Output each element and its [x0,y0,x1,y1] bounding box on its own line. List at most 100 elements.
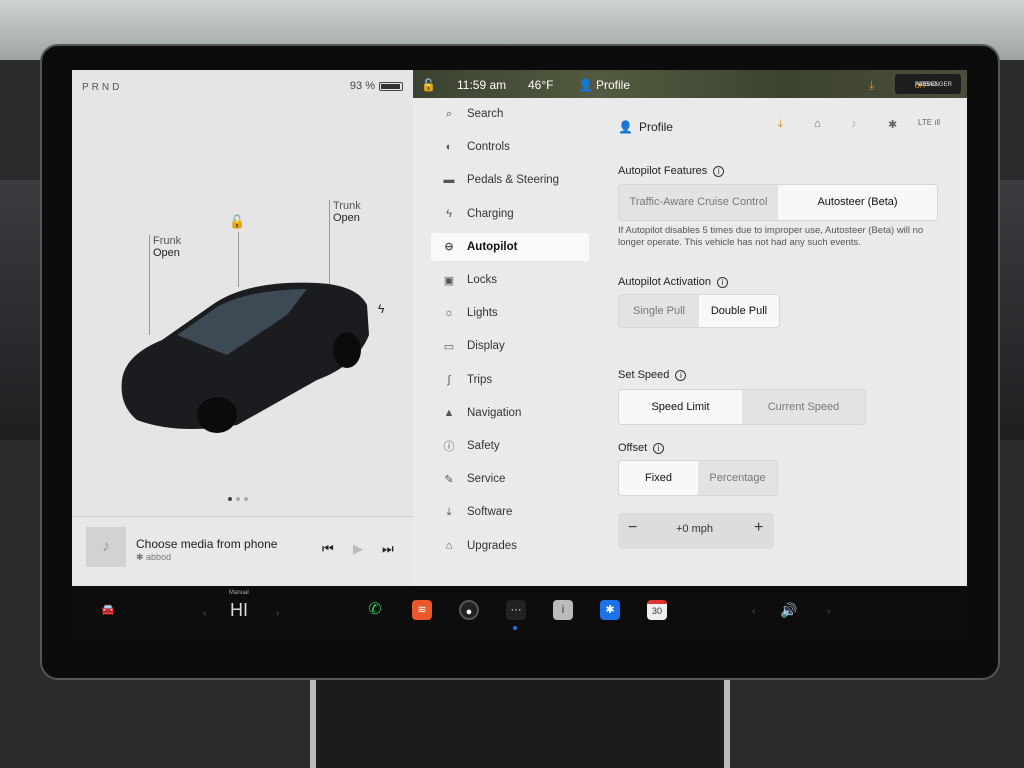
menu-item-label: Trips [467,373,493,386]
menu-item-pedals-steering[interactable]: ▬ Pedals & Steering [431,166,589,194]
charge-port-icon[interactable]: ϟ [378,302,384,316]
info-icon[interactable]: i [675,369,687,381]
gear-indicator: PRND [82,82,123,93]
menu-item-label: Charging [467,207,514,220]
display-icon: ▭ [443,340,455,353]
page-dot[interactable] [244,497,248,501]
unlock-icon[interactable]: 🔓 [229,214,245,230]
decrease-button[interactable]: − [628,519,637,537]
temp-down-button[interactable]: ‹ [203,608,206,619]
car-icon[interactable]: 🚘 [98,600,118,620]
volume-down-button[interactable]: ‹ [752,606,755,617]
info-icon[interactable]: i [716,276,728,288]
menu-item-display[interactable]: ▭ Display [431,332,589,360]
calendar-icon[interactable]: 30 [647,600,667,620]
bluetooth-icon[interactable]: ✱ [888,118,897,131]
temperature: 46°F [528,78,554,92]
menu-item-controls[interactable]: ◐ Controls [431,133,589,161]
menu-item-search[interactable]: ⌕ Search [431,100,589,128]
page-dot[interactable] [236,497,240,501]
frunk-control[interactable]: Frunk Open [153,235,181,259]
activation-option[interactable]: Single Pull [619,295,699,327]
passenger-airbag-status: PASSENGER AIRBAG OFF [895,74,961,94]
profile-header[interactable]: 👤 Profile [618,120,673,134]
trunk-label: Trunk [333,200,361,212]
music-note-icon: ♪ [86,527,126,567]
toggle-icon: ◐ [445,141,453,154]
frunk-state: Open [153,247,180,259]
speed-heading: Set Speed i [618,369,687,381]
temp-up-button[interactable]: › [276,608,279,619]
next-track-button[interactable]: ⏭ [382,541,394,557]
menu-item-label: Search [467,108,504,120]
climate-mode: Manual [229,590,249,596]
volume-up-button[interactable]: › [827,606,830,617]
speed-option[interactable]: Speed Limit [619,390,742,424]
menu-item-trips[interactable]: ∫ Trips [431,366,589,394]
menu-item-label: Service [467,473,506,486]
menu-item-label: Lights [467,307,498,320]
active-app-indicator [513,626,517,630]
trunk-state: Open [333,212,360,224]
wrench-icon: ✎ [444,473,454,486]
battery-icon [379,81,403,91]
menu-item-locks[interactable]: ▣ Locks [431,266,589,294]
offset-option[interactable]: Fixed [619,461,698,495]
previous-track-button[interactable]: ⏮ [322,541,334,557]
bluetooth-app-icon[interactable]: ✱ [600,600,620,620]
menu-item-safety[interactable]: ⓘ Safety [431,432,589,460]
manual-icon[interactable]: i [553,600,573,620]
menu-item-label: Safety [467,440,500,452]
menu-item-lights[interactable]: ☼ Lights [431,299,589,327]
menu-item-upgrades[interactable]: ⌂ Upgrades [431,532,589,560]
profile-button[interactable]: Profile [596,78,630,92]
play-button[interactable]: ▶ [353,541,363,557]
page-indicator[interactable] [228,497,248,501]
speed-option[interactable]: Current Speed [742,390,865,424]
info-icon[interactable]: i [713,165,725,177]
features-option[interactable]: Traffic-Aware Cruise Control [619,185,778,220]
speed-selector: Speed Limit Current Speed [618,389,866,425]
airbag-label-2: AIRBAG [915,82,938,88]
menu-item-service[interactable]: ✎ Service [431,465,589,493]
software-update-icon[interactable]: ⤓ [869,78,874,93]
phone-icon[interactable]: ✆ [365,600,385,620]
menu-item-charging[interactable]: ϟ Charging [431,200,589,228]
more-apps-icon[interactable]: ··· [506,600,526,620]
increase-button[interactable]: + [754,519,763,537]
camera-icon[interactable]: ● [459,600,479,620]
audio-icon[interactable]: ≋ [412,600,432,620]
menu-item-software[interactable]: ⤓ Software [431,498,589,526]
menu-item-label: Autopilot [467,240,518,253]
lock-status-icon[interactable]: 🔓 [421,78,436,92]
lock-icon: ▣ [443,274,455,287]
download-icon[interactable]: ⤓ [778,118,783,131]
climate-temperature[interactable]: HI [230,600,248,621]
activation-selector: Single Pull Double Pull [618,294,780,328]
battery-status: 93 % [350,80,403,92]
autopilot-note: If Autopilot disables 5 times due to imp… [618,225,924,248]
menu-item-navigation[interactable]: ▲ Navigation [431,399,589,427]
volume-icon[interactable]: 🔊 [780,602,797,619]
car-image [121,282,369,433]
page-dot[interactable] [228,497,232,501]
bag-icon: ⌂ [445,539,453,552]
offset-option[interactable]: Percentage [698,461,777,495]
profile-icon[interactable]: 👤 [578,78,593,92]
info-icon[interactable]: i [653,442,665,454]
lightning-icon: ϟ [446,207,452,220]
homelink-icon[interactable]: ⌂ [814,118,821,130]
menu-item-label: Locks [467,274,498,286]
features-title: Autopilot Features [618,165,708,177]
offset-heading: Offset i [618,442,665,454]
menu-item-label: Controls [467,141,510,154]
media-title: Choose media from phone [136,537,278,551]
bell-icon[interactable]: ♪ [851,118,857,130]
trunk-control[interactable]: Trunk Open [333,200,361,224]
menu-item-autopilot[interactable]: ⊖ Autopilot [431,232,589,261]
menu-item-label: Navigation [467,406,522,419]
activation-option[interactable]: Double Pull [699,295,779,327]
activation-title: Autopilot Activation [618,276,711,288]
menu-item-label: Pedals & Steering [467,174,560,187]
features-option[interactable]: Autosteer (Beta) [778,185,937,220]
